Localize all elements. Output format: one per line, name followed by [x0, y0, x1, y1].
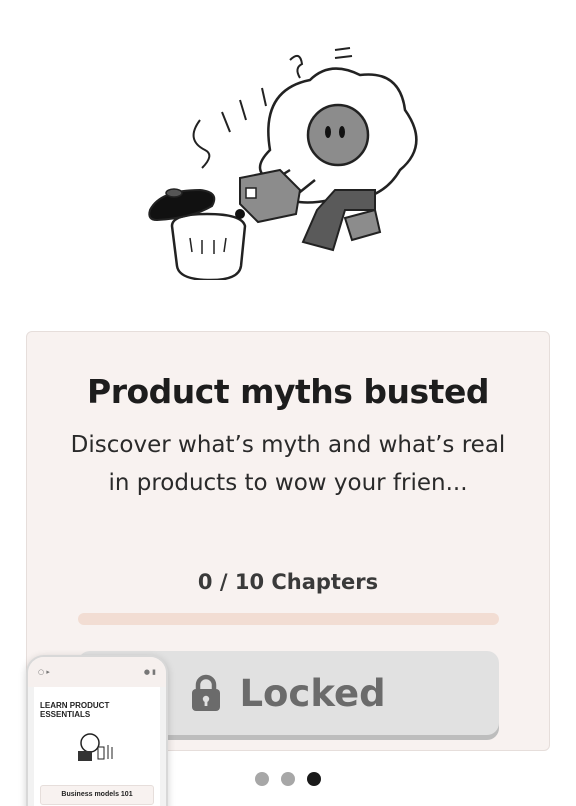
- phone-course-item[interactable]: Business models 101: [40, 785, 154, 805]
- phone-header: LEARN PRODUCT ESSENTIALS: [40, 701, 110, 719]
- lock-icon: [192, 674, 221, 711]
- phone-preview[interactable]: ○ ▸ ● ▮ LEARN PRODUCT ESSENTIALS Busines…: [26, 655, 168, 806]
- course-description: Discover what’s myth and what’s real in …: [70, 432, 506, 496]
- phone-illustration-icon: [78, 733, 113, 761]
- phone-status-right-icon: ● ▮: [143, 668, 156, 676]
- course-title: Product myths busted: [87, 372, 489, 411]
- course-screen: Product myths busted Discover what’s myt…: [0, 0, 576, 806]
- carousel-dot[interactable]: [255, 772, 269, 786]
- hero-illustration-icon: [148, 47, 418, 280]
- phone-status-left-icon: ○ ▸: [38, 668, 50, 676]
- chapters-count: 0 / 10 Chapters: [197, 570, 379, 594]
- carousel-dot[interactable]: [281, 772, 295, 786]
- phone-screen: LEARN PRODUCT ESSENTIALS Business models…: [34, 687, 160, 806]
- carousel-dot-active[interactable]: [307, 772, 321, 786]
- course-progress-bar: [78, 613, 499, 625]
- phone-status-bar: ○ ▸ ● ▮: [28, 657, 166, 687]
- locked-label: Locked: [239, 671, 386, 715]
